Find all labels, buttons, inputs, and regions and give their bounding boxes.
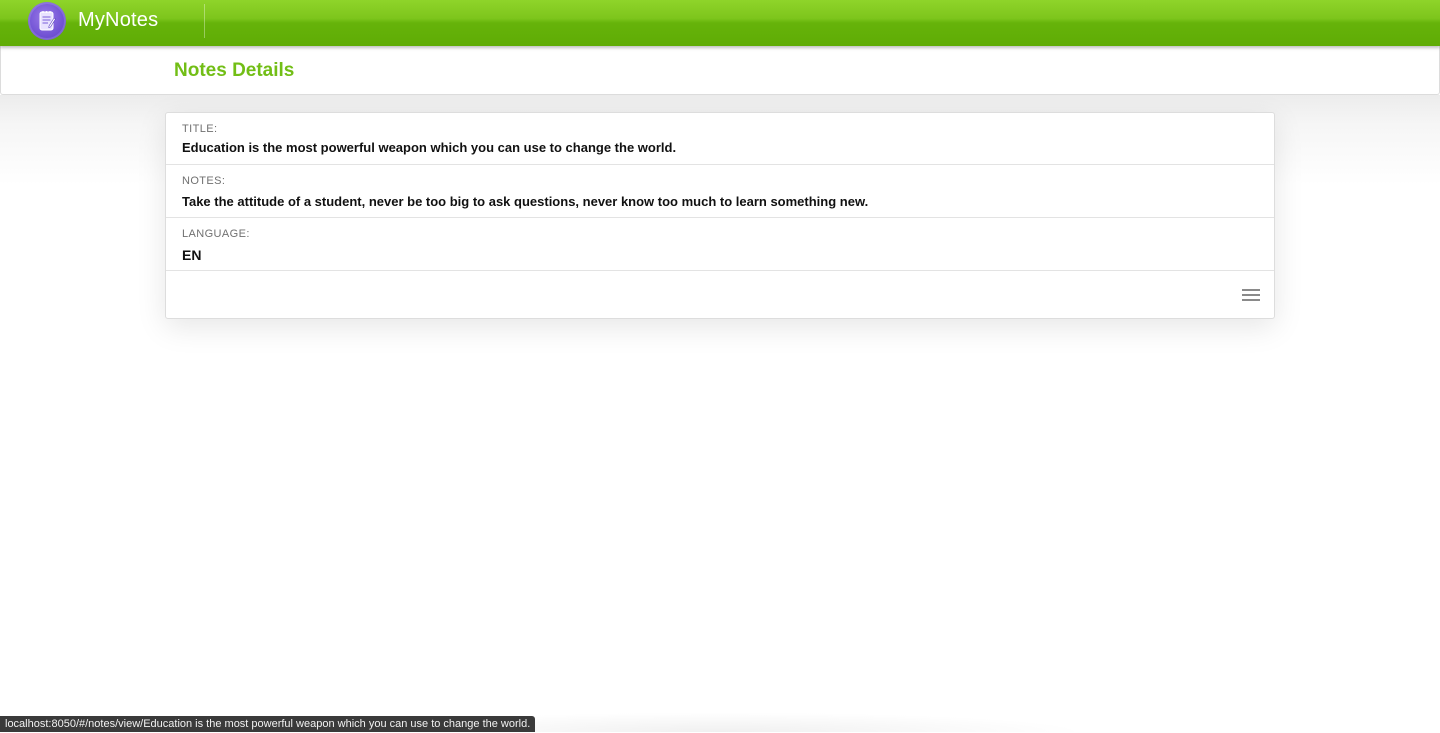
page-title: Notes Details	[174, 60, 295, 81]
title-label: TITLE:	[182, 123, 218, 135]
card-footer	[166, 271, 1274, 318]
language-value: EN	[182, 247, 202, 263]
title-field: TITLE: Education is the most powerful we…	[166, 113, 1274, 165]
app-title[interactable]: MyNotes	[78, 9, 158, 32]
notes-field: NOTES: Take the attitude of a student, n…	[166, 165, 1274, 218]
app-header: MyNotes	[0, 0, 1440, 46]
browser-status-url: localhost:8050/#/notes/view/Education is…	[0, 716, 536, 732]
notes-value: Take the attitude of a student, never be…	[182, 194, 869, 209]
header-divider	[204, 4, 205, 38]
page-header: Notes Details	[0, 46, 1440, 95]
hamburger-menu-icon[interactable]	[1242, 289, 1260, 301]
language-field: LANGUAGE: EN	[166, 218, 1274, 271]
language-label: LANGUAGE:	[182, 228, 250, 240]
notepad-icon[interactable]	[28, 2, 66, 40]
notes-label: NOTES:	[182, 175, 226, 187]
title-value: Education is the most powerful weapon wh…	[182, 140, 677, 155]
note-details-card: TITLE: Education is the most powerful we…	[165, 112, 1275, 319]
